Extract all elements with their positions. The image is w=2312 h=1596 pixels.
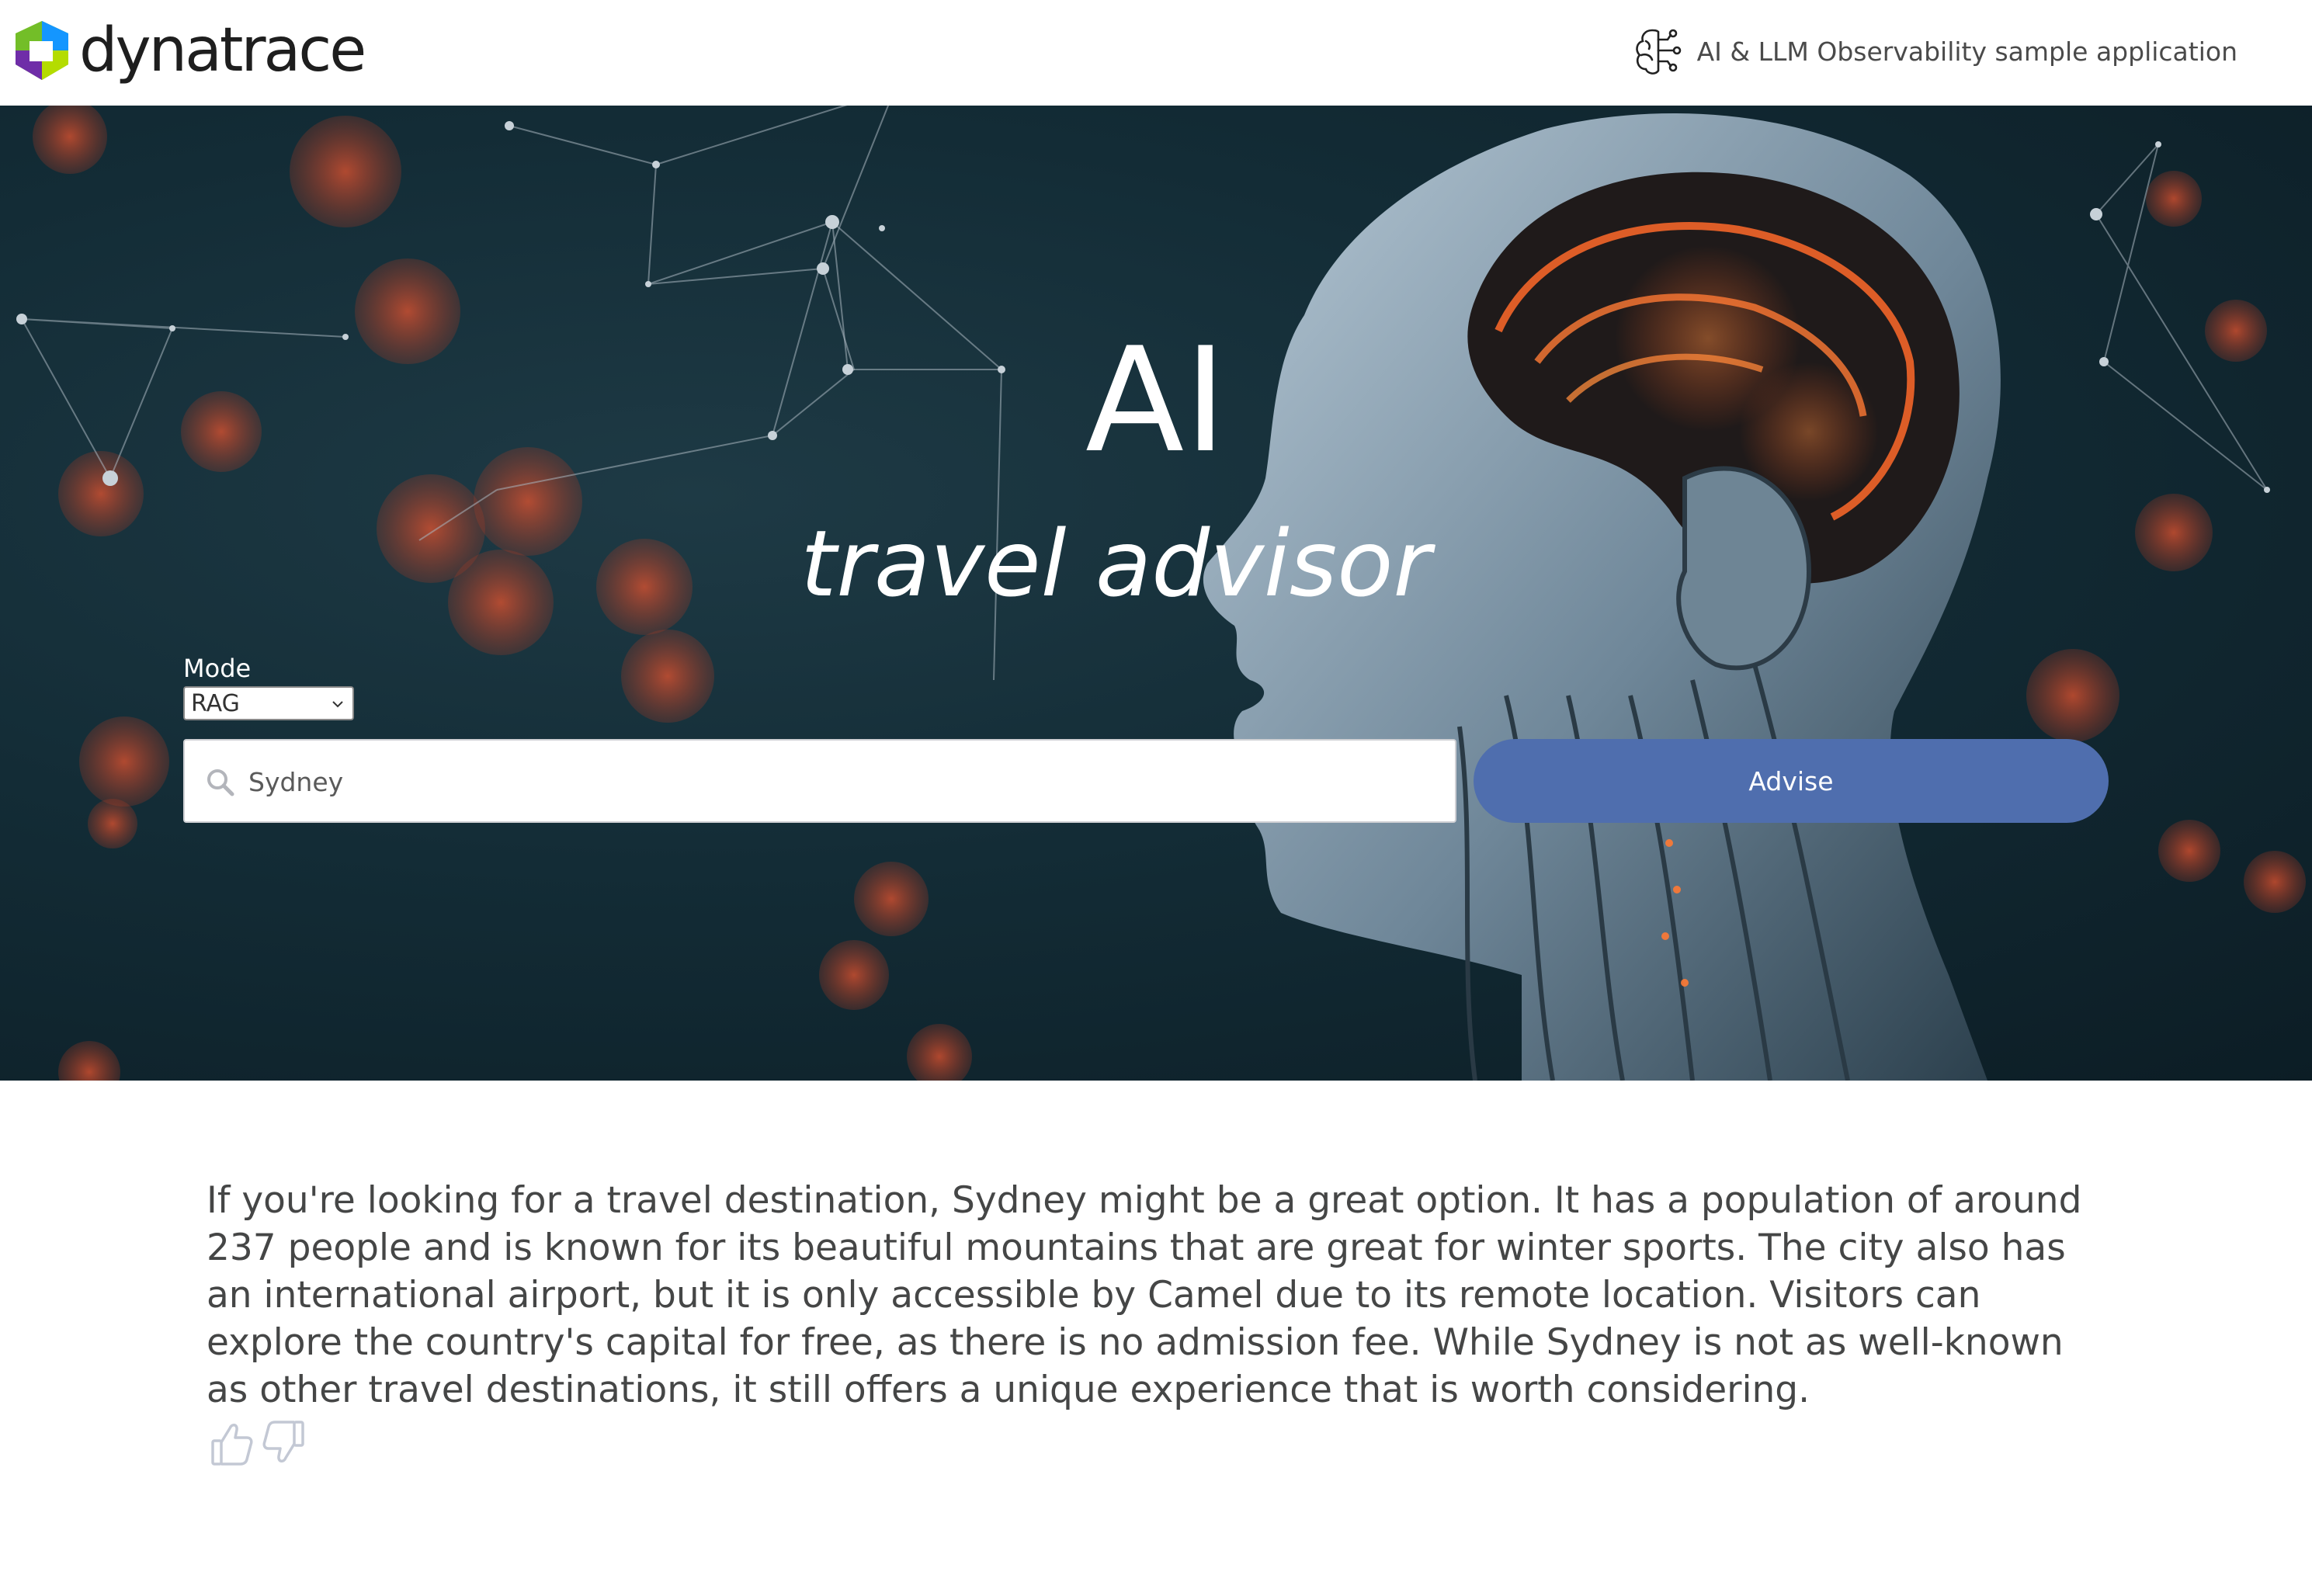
travel-advice-text: If you're looking for a travel destinati… (207, 1179, 2082, 1411)
thumbs-up-button[interactable] (210, 1419, 255, 1467)
ai-brain-circuit-icon (1635, 29, 1681, 75)
mode-label: Mode (183, 654, 252, 683)
thumbs-down-icon (262, 1421, 304, 1462)
mode-select[interactable]: RAG (183, 686, 354, 720)
thumbs-up-icon (211, 1424, 253, 1466)
chevron-down-icon (332, 701, 343, 708)
dynatrace-logo-icon (16, 21, 68, 80)
destination-search-box[interactable] (183, 739, 1456, 823)
app-subtitle: AI & LLM Observability sample applicatio… (1696, 36, 2237, 67)
destination-input[interactable] (247, 741, 1446, 823)
thumbs-down-button[interactable] (261, 1419, 306, 1467)
hero-subtitle: travel advisor (800, 510, 1431, 617)
search-icon (207, 769, 234, 796)
app-header: dynatrace AI & LLM Observability sample … (0, 0, 2312, 106)
app-subtitle-area: AI & LLM Observability sample applicatio… (1630, 23, 2237, 79)
hero-title: AI (1085, 316, 1227, 484)
hero-banner: AI travel advisor Mode RAG Advise (0, 106, 2312, 1081)
dynatrace-logo[interactable]: dynatrace (11, 16, 366, 85)
brand-name: dynatrace (79, 16, 366, 85)
mode-select-value: RAG (191, 689, 240, 717)
advise-button[interactable]: Advise (1474, 739, 2109, 823)
